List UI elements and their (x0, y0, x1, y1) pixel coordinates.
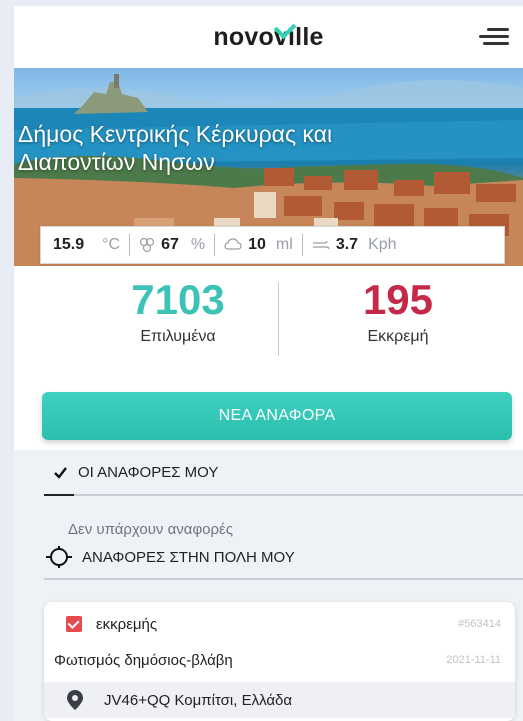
app-screen: novo ville Δήμος Κεντρικής Κέρκυρας και … (14, 6, 523, 721)
divider (301, 234, 303, 256)
tab-my-reports[interactable]: ΟΙ ΑΝΑΦΟΡΕΣ ΜΟΥ (54, 464, 218, 481)
report-date: 2021-11-11 (446, 654, 501, 666)
weather-bar: 15.9 °C 67 % 10 ml 3.7 Kph (40, 226, 505, 264)
novoville-logo[interactable]: novo ville (213, 16, 323, 52)
cloud-rain-icon (224, 238, 242, 250)
status-checkbox[interactable] (66, 616, 82, 632)
pending-label: Εκκρεμή (367, 328, 429, 345)
report-id: #563414 (458, 618, 501, 630)
report-status: εκκρεμής (96, 615, 158, 633)
tab-active-indicator (44, 494, 74, 496)
wind-reading: 3.7 Kph (312, 236, 397, 254)
pending-count: 195 (362, 276, 434, 323)
tab-underline (44, 578, 523, 580)
report-status-row: εκκρεμής #563414 (44, 606, 515, 642)
map-pin-icon (67, 690, 83, 710)
no-reports-message: Δεν υπάρχουν αναφορές (68, 521, 233, 538)
resolved-stat: 7103 Επιλυμένα (68, 276, 288, 346)
checkmark-icon (54, 466, 67, 479)
tab-city-reports[interactable]: ΑΝΑΦΟΡΕΣ ΣΤΗΝ ΠΟΛΗ ΜΟΥ (46, 546, 295, 568)
report-category: Φωτισμός δημόσιος-βλάβη (54, 651, 233, 669)
rain-reading: 10 ml (224, 236, 293, 254)
report-location-row: JV46+QQ Κομπίτσι, Ελλάδα (44, 682, 515, 718)
resolved-label: Επιλυμένα (140, 328, 216, 345)
report-card[interactable]: εκκρεμής #563414 Φωτισμός δημόσιος-βλάβη… (44, 602, 515, 721)
stats-divider (278, 282, 279, 356)
top-bar: novo ville (14, 6, 523, 68)
humidity-icon (139, 237, 155, 253)
temperature-reading: 15.9 °C (53, 236, 121, 253)
municipality-title: Δήμος Κεντρικής Κέρκυρας και Διαποντίων … (18, 121, 333, 175)
humidity-reading: 67 % (139, 236, 205, 254)
resolved-count: 7103 (131, 276, 225, 323)
wind-icon (312, 240, 330, 250)
pending-stat: 195 Εκκρεμή (288, 276, 508, 346)
divider (214, 234, 216, 256)
hamburger-menu-icon[interactable] (479, 28, 509, 46)
divider (129, 234, 131, 256)
new-report-button[interactable]: ΝΕΑ ΑΝΑΦΟΡΑ (42, 392, 512, 440)
location-target-icon (46, 546, 72, 568)
report-location: JV46+QQ Κομπίτσι, Ελλάδα (104, 691, 293, 709)
tab-underline (74, 494, 523, 496)
report-category-row: Φωτισμός δημόσιος-βλάβη 2021-11-11 (44, 642, 515, 678)
